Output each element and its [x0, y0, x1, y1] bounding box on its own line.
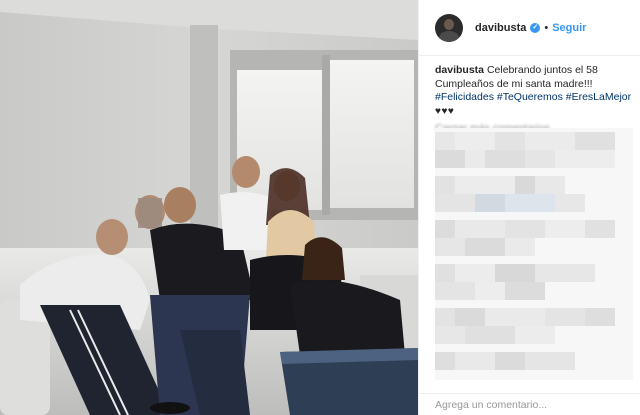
post-photo[interactable]	[0, 0, 418, 415]
author-avatar[interactable]	[435, 13, 463, 42]
post-header: davibusta ✓ • Seguir	[419, 0, 640, 56]
post-caption: davibusta Celebrando juntos el 58 Cumple…	[435, 64, 633, 118]
pixelation-mosaic	[435, 128, 633, 380]
hashtag-link[interactable]: #Felicidades	[435, 91, 494, 103]
header-separator: •	[544, 21, 549, 34]
instagram-post: davibusta ✓ • Seguir davibusta Celebrand…	[0, 0, 640, 415]
pixelated-comments-area	[435, 128, 633, 380]
follow-button[interactable]: Seguir	[552, 22, 586, 34]
add-comment-bar	[419, 393, 640, 415]
hashtag-link[interactable]: #EresLaMejor	[566, 91, 631, 103]
hashtag-link[interactable]: #TeQueremos	[497, 91, 563, 103]
group-photo-illustration	[0, 0, 418, 415]
hearts-emoji: ♥♥♥	[435, 105, 455, 117]
caption-username[interactable]: davibusta	[435, 64, 484, 76]
add-comment-input[interactable]	[435, 398, 625, 411]
author-username[interactable]: davibusta	[475, 22, 526, 34]
verified-badge-icon: ✓	[530, 22, 541, 33]
post-side-panel: davibusta ✓ • Seguir davibusta Celebrand…	[418, 0, 640, 415]
